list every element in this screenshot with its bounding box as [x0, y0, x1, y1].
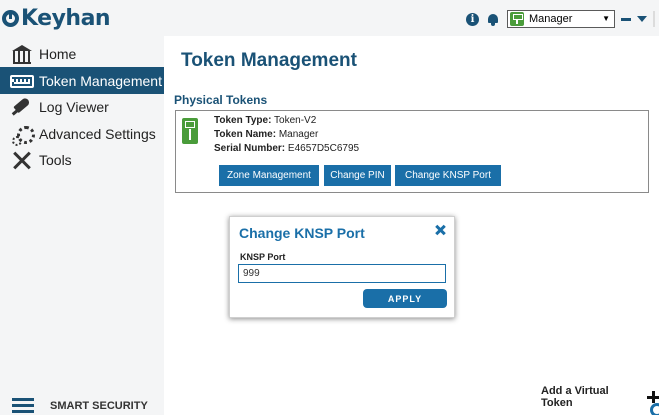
- change-pin-button[interactable]: Change PIN: [324, 165, 391, 186]
- dropdown-arrow-icon: ▼: [602, 14, 610, 23]
- sidebar-item-label: Log Viewer: [39, 98, 109, 115]
- sidebar: Home Token Management Log Viewer Advance…: [0, 36, 164, 415]
- token-type-label: Token Type:: [214, 115, 272, 126]
- sidebar-item-label: Home: [39, 45, 77, 62]
- token-card: Token Type: Token-V2 Token Name: Manager…: [175, 110, 649, 193]
- sidebar-item-log-viewer[interactable]: Log Viewer: [0, 93, 164, 120]
- gears-icon: [10, 125, 35, 146]
- refresh-icon[interactable]: [648, 400, 659, 415]
- bell-icon[interactable]: [487, 13, 499, 26]
- app-logo: Keyhan: [2, 3, 111, 33]
- serial-number-label: Serial Number:: [214, 143, 286, 154]
- bank-icon: [10, 44, 34, 64]
- usb-token-icon: [182, 118, 198, 144]
- token-name-value: Manager: [278, 129, 319, 140]
- token-type-row: Token Type: Token-V2: [214, 115, 316, 126]
- close-icon[interactable]: [433, 224, 447, 238]
- sidebar-item-label: Tools: [39, 151, 72, 168]
- sidebar-item-label: Advanced Settings: [39, 125, 156, 142]
- section-title: Physical Tokens: [174, 93, 268, 107]
- token-name-row: Token Name: Manager: [214, 129, 318, 140]
- token-name-label: Token Name:: [214, 129, 277, 140]
- info-icon[interactable]: i: [466, 12, 479, 26]
- top-bar: Keyhan i Manager ▼: [0, 0, 659, 36]
- change-knsp-port-button[interactable]: Change KNSP Port: [395, 165, 501, 186]
- sidebar-item-home[interactable]: Home: [0, 40, 164, 67]
- change-knsp-port-dialog: Change KNSP Port KNSP Port APPLY: [229, 216, 455, 318]
- sidebar-item-label: Token Management: [39, 72, 162, 89]
- tools-icon: [10, 151, 34, 169]
- usb-token-icon: [510, 12, 524, 26]
- top-right-controls: i Manager ▼: [466, 8, 655, 30]
- sidebar-item-tools[interactable]: Tools: [0, 146, 164, 173]
- brand-name: Keyhan: [21, 5, 111, 31]
- knsp-port-label: KNSP Port: [240, 252, 286, 262]
- token-type-value: Token-V2: [274, 115, 317, 126]
- dialog-title: Change KNSP Port: [239, 225, 365, 241]
- page-title: Token Management: [181, 50, 357, 71]
- window-edge-divider: [653, 11, 655, 27]
- pen-icon: [10, 98, 34, 116]
- hamburger-menu-icon[interactable]: [12, 398, 34, 414]
- minimize-icon[interactable]: [621, 17, 631, 21]
- serial-number-value: E4657D5C6795: [287, 143, 360, 154]
- selected-token-label: Manager: [529, 13, 573, 25]
- knsp-port-input[interactable]: [238, 264, 446, 283]
- serial-number-row: Serial Number: E4657D5C6795: [214, 143, 359, 154]
- token-selector[interactable]: Manager ▼: [507, 10, 615, 28]
- sidebar-item-token-management[interactable]: Token Management: [0, 67, 164, 94]
- zone-management-button[interactable]: Zone Management: [219, 165, 319, 186]
- add-virtual-token-label: Add a Virtual Token: [541, 385, 609, 409]
- apply-button[interactable]: APPLY: [363, 289, 447, 308]
- caret-down-icon[interactable]: [637, 16, 647, 22]
- logo-mark-icon: [2, 9, 19, 27]
- keyboard-icon: [10, 75, 34, 88]
- add-virtual-token-button[interactable]: Add a Virtual Token: [541, 385, 659, 409]
- brand-tagline: SMART SECURITY: [50, 400, 148, 412]
- sidebar-item-advanced-settings[interactable]: Advanced Settings: [0, 120, 164, 147]
